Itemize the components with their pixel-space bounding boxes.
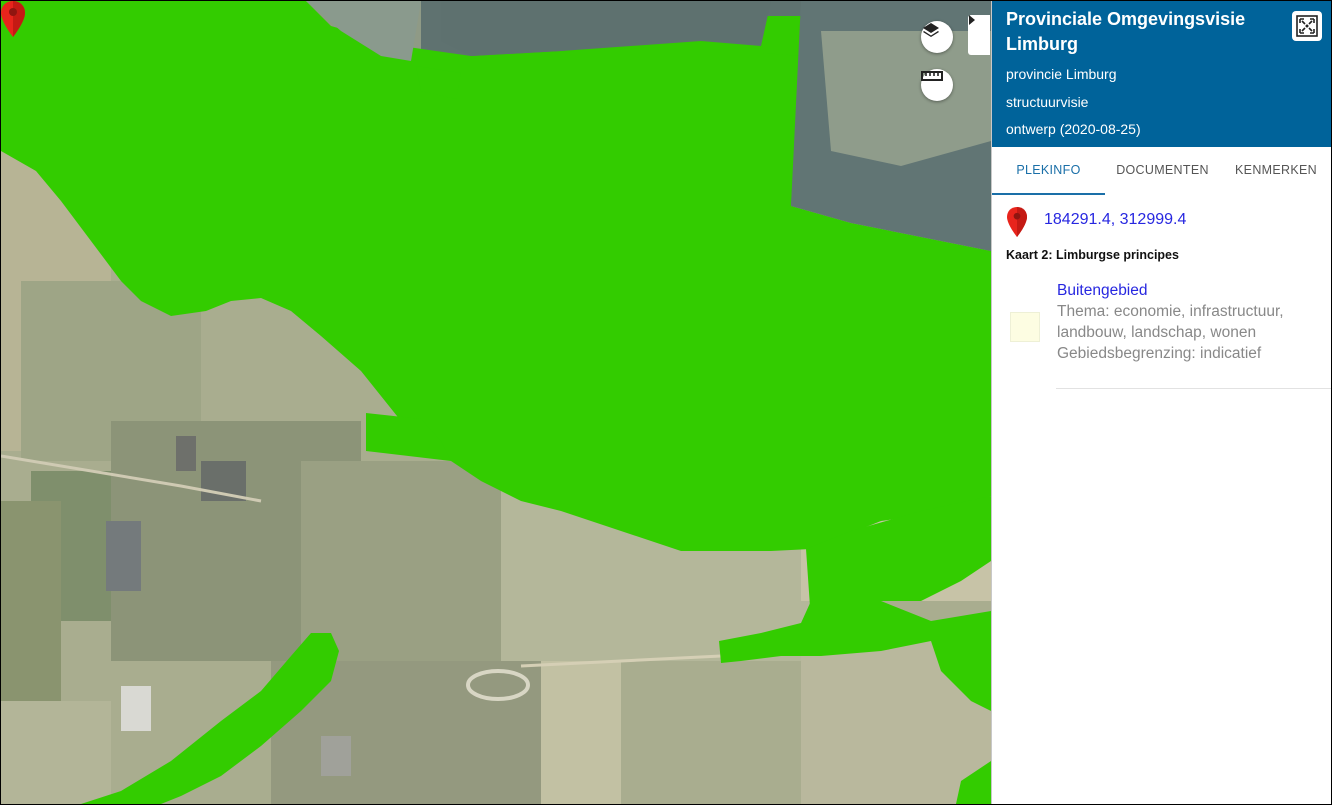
- map-marker-icon[interactable]: [1, 1, 25, 37]
- info-panel: Provinciale Omgevingsvisie Limburg provi…: [991, 1, 1331, 804]
- map-marker-icon: [1007, 207, 1027, 237]
- panel-tabs: PLEKINFO DOCUMENTEN KENMERKEN: [992, 147, 1331, 195]
- feature-begrenzing: Gebiedsbegrenzing: indicatief: [1057, 345, 1262, 362]
- plan-title: Provinciale Omgevingsvisie Limburg: [1006, 9, 1246, 54]
- plan-publisher: provincie Limburg: [1006, 66, 1117, 82]
- ruler-icon: [921, 71, 943, 81]
- layers-button[interactable]: [921, 21, 953, 53]
- plan-status: ontwerp (2020-08-25): [1006, 121, 1141, 137]
- tab-plekinfo[interactable]: PLEKINFO: [992, 147, 1105, 195]
- map-section-title: Kaart 2: Limburgse principes: [1006, 248, 1179, 262]
- fullscreen-icon: [1296, 15, 1318, 37]
- layers-icon: [923, 23, 939, 37]
- divider: [1056, 388, 1331, 389]
- aerial-map: [1, 1, 991, 804]
- collapse-panel-button[interactable]: [968, 15, 990, 55]
- tab-documenten[interactable]: DOCUMENTEN: [1105, 147, 1220, 193]
- legend-swatch: [1010, 312, 1040, 342]
- feature-name-link[interactable]: Buitengebied: [1057, 280, 1327, 301]
- feature-thema: Thema: economie, infrastructuur, landbou…: [1057, 303, 1284, 341]
- fullscreen-button[interactable]: [1292, 11, 1322, 41]
- app-frame: Provinciale Omgevingsvisie Limburg provi…: [0, 0, 1332, 805]
- caret-right-icon: [969, 15, 975, 25]
- panel-header: Provinciale Omgevingsvisie Limburg provi…: [992, 1, 1331, 147]
- coordinates-link[interactable]: 184291.4, 312999.4: [1044, 211, 1186, 229]
- map-view[interactable]: [1, 1, 991, 804]
- feature-info: Buitengebied Thema: economie, infrastruc…: [1057, 280, 1327, 364]
- plan-type: structuurvisie: [1006, 94, 1089, 110]
- tab-kenmerken[interactable]: KENMERKEN: [1220, 147, 1331, 193]
- measure-button[interactable]: [921, 69, 953, 101]
